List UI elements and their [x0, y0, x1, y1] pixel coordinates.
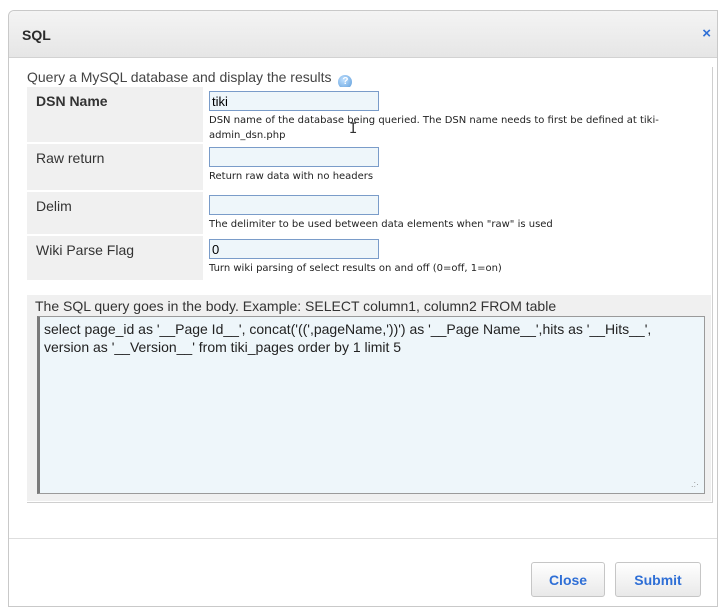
dsn-name-cell: DSN name of the database being queried. …: [203, 87, 711, 143]
dsn-name-label: DSN Name: [27, 87, 203, 144]
body-label: The SQL query goes in the body. Example:…: [35, 298, 557, 314]
close-icon[interactable]: ×: [702, 25, 711, 42]
sql-body-textarea[interactable]: [37, 316, 705, 494]
wiki-parse-flag-cell: Turn wiki parsing of select results on a…: [203, 235, 711, 281]
dialog-titlebar[interactable]: SQL ×: [9, 11, 717, 58]
raw-return-input[interactable]: [209, 147, 379, 167]
raw-return-help: Return raw data with no headers: [209, 171, 374, 182]
resize-grip-icon[interactable]: .:·: [691, 479, 699, 489]
wiki-parse-flag-help: Turn wiki parsing of select results on a…: [209, 263, 502, 274]
close-button[interactable]: Close: [531, 562, 605, 597]
param-row-delim: Delim The delimiter to be used between d…: [27, 191, 711, 236]
delim-cell: The delimiter to be used between data el…: [203, 191, 711, 235]
param-row-raw: Raw return Return raw data with no heade…: [27, 143, 711, 192]
dialog-title: SQL: [22, 27, 51, 43]
plugin-description-text: Query a MySQL database and display the r…: [27, 69, 332, 85]
params-table: DSN Name DSN name of the database being …: [27, 87, 711, 282]
submit-button[interactable]: Submit: [615, 562, 701, 597]
text-cursor-icon: I: [349, 121, 358, 137]
delim-input[interactable]: [209, 195, 379, 215]
dsn-name-help: DSN name of the database being queried. …: [209, 115, 659, 141]
delim-help: The delimiter to be used between data el…: [209, 219, 553, 230]
param-row-dsn: DSN Name DSN name of the database being …: [27, 87, 711, 144]
dsn-name-input[interactable]: [209, 91, 379, 111]
raw-return-cell: Return raw data with no headers: [203, 143, 711, 191]
wiki-parse-flag-label: Wiki Parse Flag: [27, 235, 203, 282]
delim-label: Delim: [27, 191, 203, 236]
body-section: The SQL query goes in the body. Example:…: [27, 295, 711, 501]
plugin-description: Query a MySQL database and display the r…: [27, 69, 353, 89]
raw-return-label: Raw return: [27, 143, 203, 192]
dialog-content: Query a MySQL database and display the r…: [27, 67, 713, 503]
footer-divider: [9, 538, 717, 539]
param-row-wiki-parse: Wiki Parse Flag Turn wiki parsing of sel…: [27, 235, 711, 282]
sql-dialog: SQL × Query a MySQL database and display…: [8, 10, 718, 607]
wiki-parse-flag-input[interactable]: [209, 239, 379, 259]
